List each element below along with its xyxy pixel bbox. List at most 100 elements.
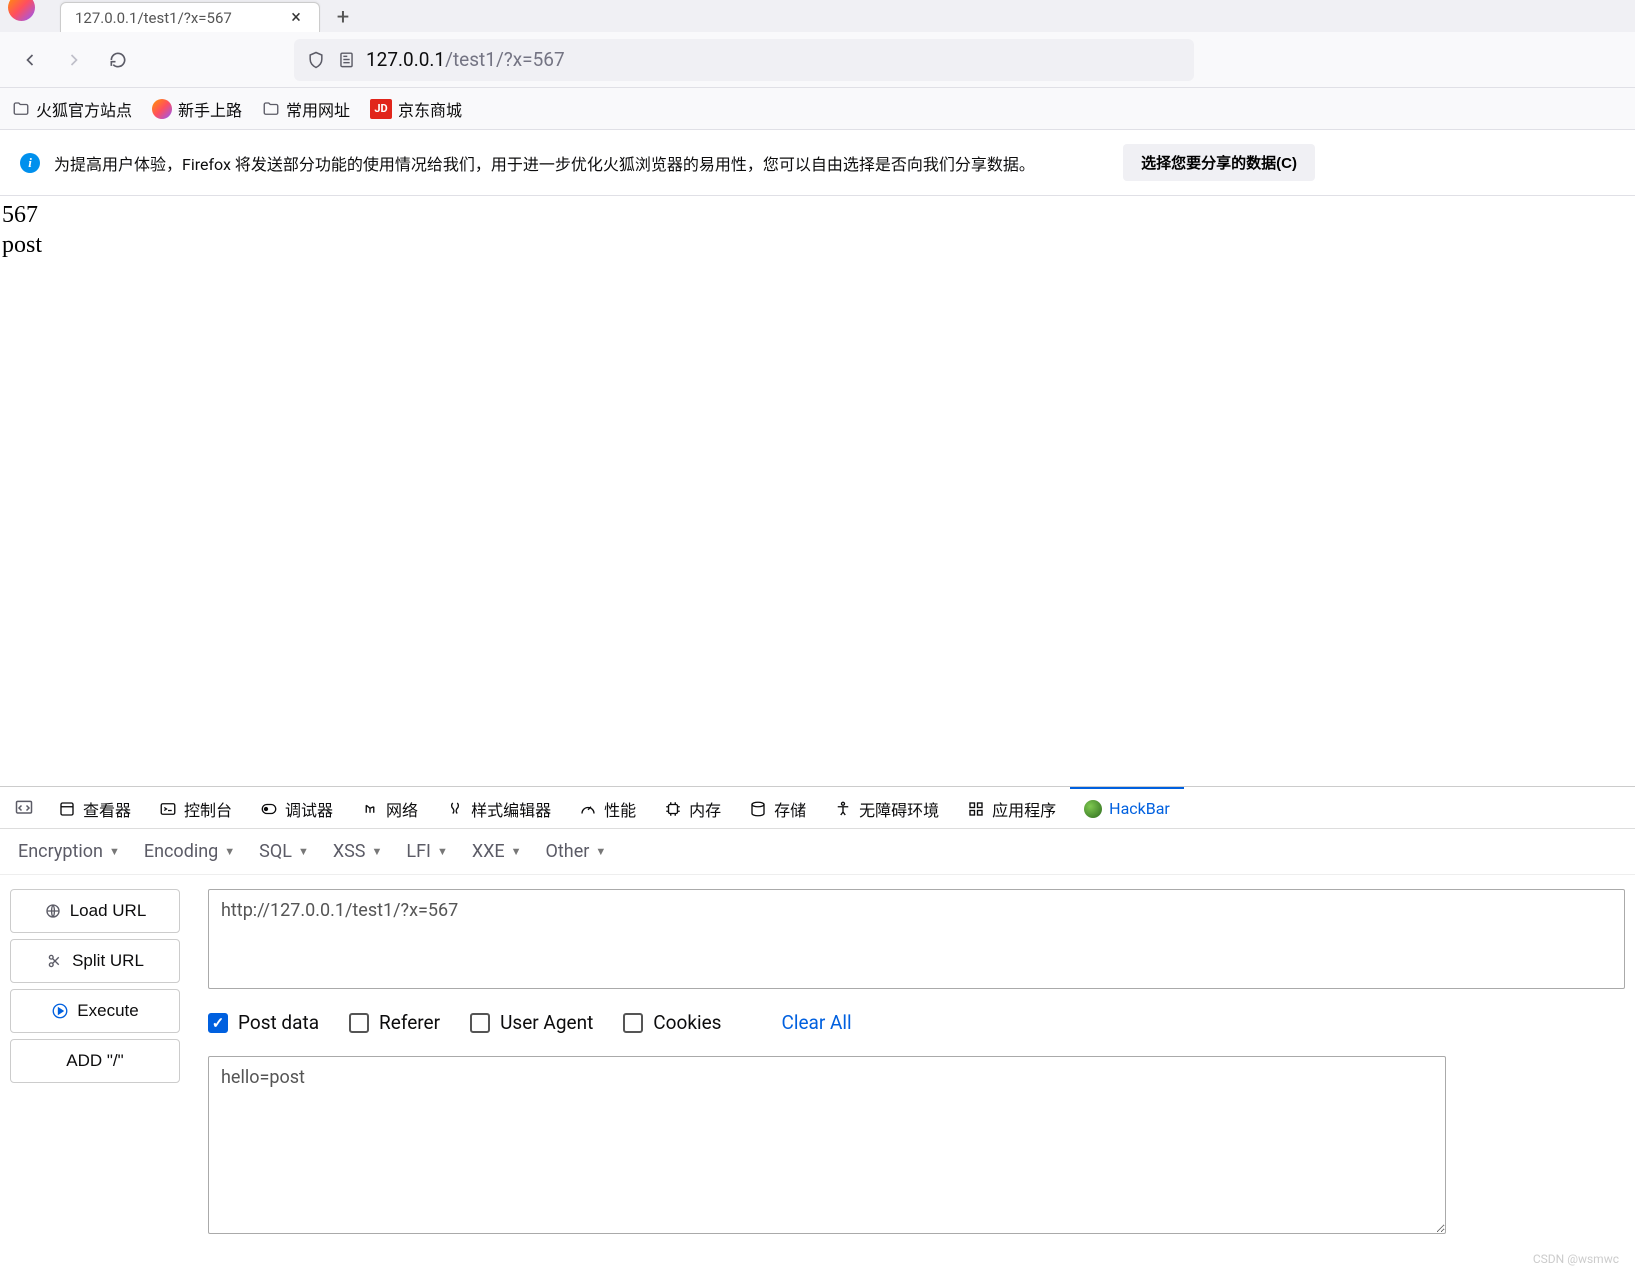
console-icon [159,800,177,818]
devtools-tab-application[interactable]: 应用程序 [953,787,1070,828]
hackbar-icon [1084,800,1102,818]
tab-label: 无障碍环境 [859,797,939,821]
site-info-icon[interactable] [336,50,356,70]
jd-icon: JD [370,99,392,119]
tab-label: HackBar [1109,799,1170,818]
checkbox-icon [623,1013,643,1033]
bookmark-item-jd[interactable]: JD 京东商城 [370,97,462,121]
tab-label: 性能 [604,797,636,821]
devtools-tab-storage[interactable]: 存储 [735,787,820,828]
url-bar[interactable]: 127.0.0.1/test1/?x=567 [294,39,1194,81]
page-content: 567 post [0,196,1635,786]
hackbar-menu-encoding[interactable]: Encoding▼ [144,841,235,862]
storage-icon [749,800,767,818]
firefox-icon [152,99,172,119]
clear-all-link[interactable]: Clear All [781,1011,851,1034]
devtools-tabs: 查看器 控制台 调试器 网络 样式编辑器 性能 内存 存储 [0,787,1635,829]
forward-icon [64,50,84,70]
tab-label: 内存 [689,797,721,821]
load-url-button[interactable]: Load URL [10,889,180,933]
memory-icon [664,800,682,818]
page-line-1: 567 [2,200,1633,230]
tab-label: 存储 [774,797,806,821]
forward-button[interactable] [56,42,92,78]
hackbar-menu-bar: Encryption▼ Encoding▼ SQL▼ XSS▼ LFI▼ XXE… [0,829,1635,875]
bookmark-item-official[interactable]: 火狐官方站点 [12,97,132,121]
post-data-checkbox[interactable]: Post data [208,1011,319,1034]
tab-label: 查看器 [83,797,131,821]
tab-title: 127.0.0.1/test1/?x=567 [75,9,277,27]
hackbar-menu-xxe[interactable]: XXE▼ [472,841,522,862]
add-slash-button[interactable]: ADD "/" [10,1039,180,1083]
devtools-tab-accessibility[interactable]: 无障碍环境 [820,787,953,828]
page-line-2: post [2,230,1633,260]
bookmark-label: 火狐官方站点 [36,97,132,121]
execute-button[interactable]: Execute [10,989,180,1033]
tab-label: 控制台 [184,797,232,821]
split-url-button[interactable]: Split URL [10,939,180,983]
share-data-button[interactable]: 选择您要分享的数据(C) [1123,144,1315,181]
tab-label: 调试器 [285,797,333,821]
tab-label: 应用程序 [992,797,1056,821]
hackbar-options: Post data Referer User Agent Cookies C [208,1011,1625,1034]
tab-strip: 127.0.0.1/test1/?x=567 × + [60,0,358,32]
hackbar-side-buttons: Load URL Split URL Execute ADD "/" [10,889,180,1234]
info-bar: i 为提高用户体验，Firefox 将发送部分功能的使用情况给我们，用于进一步优… [0,130,1635,196]
hackbar-post-input[interactable] [208,1056,1446,1234]
tab-label: 样式编辑器 [471,797,551,821]
checkbox-icon [349,1013,369,1033]
devtools-tab-network[interactable]: 网络 [347,787,432,828]
tab-bar: 127.0.0.1/test1/?x=567 × + [0,0,1635,32]
hackbar-body: Load URL Split URL Execute ADD "/" [0,875,1635,1274]
tab-label: 网络 [386,797,418,821]
network-icon [361,800,379,818]
style-editor-icon [446,800,464,818]
devtools-tab-style-editor[interactable]: 样式编辑器 [432,787,565,828]
shield-icon[interactable] [306,50,326,70]
folder-icon [12,100,30,118]
info-icon: i [20,153,40,173]
info-message: 为提高用户体验，Firefox 将发送部分功能的使用情况给我们，用于进一步优化火… [54,151,1109,175]
dock-icon[interactable] [10,794,38,822]
bookmarks-bar: 火狐官方站点 新手上路 常用网址 JD 京东商城 [0,88,1635,130]
bookmark-label: 常用网址 [286,97,350,121]
new-tab-button[interactable]: + [328,2,358,32]
firefox-logo-icon [8,0,35,21]
execute-icon [51,1002,69,1020]
hackbar-menu-other[interactable]: Other▼ [546,841,607,862]
bookmark-item-newbie[interactable]: 新手上路 [152,97,242,121]
folder-icon [262,100,280,118]
devtools-tab-hackbar[interactable]: HackBar [1070,787,1184,828]
performance-icon [579,800,597,818]
devtools-tab-memory[interactable]: 内存 [650,787,735,828]
browser-tab[interactable]: 127.0.0.1/test1/?x=567 × [60,2,320,32]
close-tab-icon[interactable]: × [287,9,305,27]
checkbox-icon [470,1013,490,1033]
devtools-panel: 查看器 控制台 调试器 网络 样式编辑器 性能 内存 存储 [0,786,1635,1274]
referer-checkbox[interactable]: Referer [349,1011,440,1034]
devtools-tab-performance[interactable]: 性能 [565,787,650,828]
hackbar-menu-lfi[interactable]: LFI▼ [406,841,447,862]
watermark: CSDN @wsmwc [1533,1252,1619,1266]
user-agent-checkbox[interactable]: User Agent [470,1011,593,1034]
devtools-tab-debugger[interactable]: 调试器 [246,787,347,828]
hackbar-main: Post data Referer User Agent Cookies C [208,889,1625,1234]
reload-icon [108,50,128,70]
back-button[interactable] [12,42,48,78]
checkbox-icon [208,1013,228,1033]
bookmark-label: 新手上路 [178,97,242,121]
devtools-tab-inspector[interactable]: 查看器 [44,787,145,828]
hackbar-url-input[interactable] [208,889,1625,989]
bookmark-label: 京东商城 [398,97,462,121]
bookmark-item-common[interactable]: 常用网址 [262,97,350,121]
url-text: 127.0.0.1/test1/?x=567 [366,48,565,71]
accessibility-icon [834,800,852,818]
reload-button[interactable] [100,42,136,78]
devtools-tab-console[interactable]: 控制台 [145,787,246,828]
hackbar-menu-encryption[interactable]: Encryption▼ [18,841,120,862]
hackbar-menu-sql[interactable]: SQL▼ [259,841,309,862]
cookies-checkbox[interactable]: Cookies [623,1011,721,1034]
application-icon [967,800,985,818]
hackbar-menu-xss[interactable]: XSS▼ [333,841,383,862]
back-icon [20,50,40,70]
